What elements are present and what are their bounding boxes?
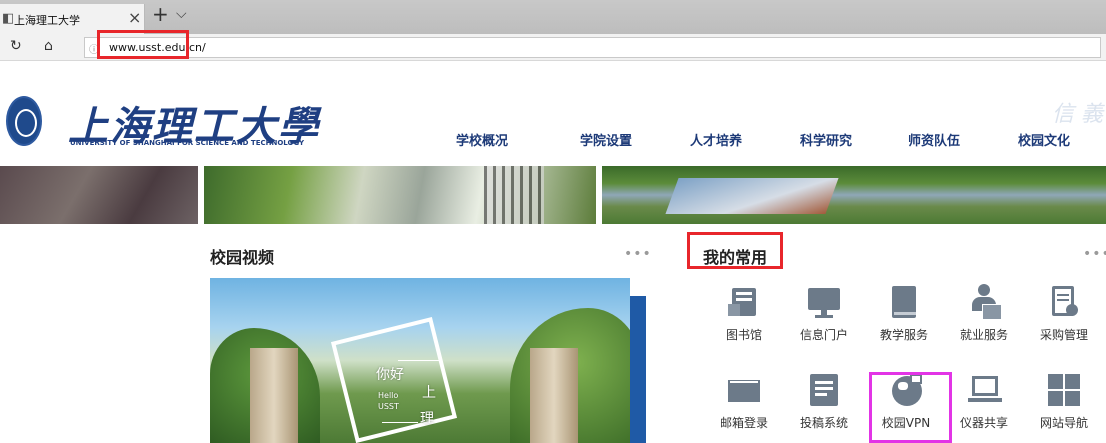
nav-item-education[interactable]: 人才培养 [690,130,742,149]
campus-video-thumbnail[interactable]: 你好 Hello USST 上 理 [210,278,630,443]
quick-link-info-portal[interactable]: 信息门户 [792,284,856,343]
quick-link-library[interactable]: 图书馆 [712,284,776,343]
logo-english[interactable]: UNIVERSITY OF SHANGHAI FOR SCIENCE AND T… [70,139,304,147]
quick-link-label: 投稿系统 [799,416,848,430]
quick-link-label: 教学服务 [879,328,928,342]
quick-link-label: 图书馆 [725,328,762,342]
quick-link-site-navigation[interactable]: 网站导航 [1032,372,1096,431]
person-icon [966,284,1002,320]
quick-link-procurement[interactable]: 采购管理 [1032,284,1096,343]
video-side-bar [630,296,646,443]
nav-item-overview[interactable]: 学校概况 [456,130,508,149]
nav-item-faculty[interactable]: 师资队伍 [908,130,960,149]
document-gear-icon [1046,284,1082,320]
quick-link-label: 网站导航 [1039,416,1088,430]
nav-item-schools[interactable]: 学院设置 [580,130,632,149]
quick-link-employment[interactable]: 就业服务 [952,284,1016,343]
chevron-down-icon[interactable]: ⌵ [176,6,187,22]
vpn-highlight-box [869,372,952,443]
library-icon [726,284,762,320]
quick-link-mail[interactable]: 邮箱登录 [712,372,776,431]
corner-decoration-text: 信 義 [1052,102,1103,127]
book-icon [886,284,922,320]
quick-link-label: 邮箱登录 [719,416,768,430]
grid-icon [1046,372,1082,408]
favorites-highlight-box [687,232,783,269]
video-more-icon[interactable]: ••• [624,246,652,262]
quick-link-label: 仪器共享 [959,416,1008,430]
envelope-icon [726,372,762,408]
video-overlay-text: 理 [420,411,434,427]
video-overlay-text: USST [378,402,399,411]
monitor-icon [806,284,842,320]
banner-image-1[interactable] [0,166,198,224]
university-emblem-icon[interactable] [6,96,42,146]
video-overlay-text: 上 [422,385,436,401]
page-favicon-icon: ◧ [2,11,15,26]
quick-link-instrument-sharing[interactable]: 仪器共享 [952,372,1016,431]
new-tab-icon[interactable]: + [152,2,169,26]
video-overlay-text: 你好 [376,367,404,383]
quick-link-label: 就业服务 [959,328,1008,342]
banner-image-3[interactable] [602,166,1106,224]
form-icon [806,372,842,408]
quick-link-label: 采购管理 [1039,328,1088,342]
laptop-icon [966,372,1002,408]
quick-link-submission[interactable]: 投稿系统 [792,372,856,431]
address-bar[interactable]: ⓘ www.usst.edu.cn/ [84,37,1101,58]
tab-title: 上海理工大学 [14,14,80,27]
nav-item-culture[interactable]: 校园文化 [1018,130,1070,149]
refresh-icon[interactable]: ↻ [10,38,22,54]
quick-link-label: 信息门户 [799,328,848,342]
home-icon[interactable]: ⌂ [44,38,53,54]
nav-item-research[interactable]: 科学研究 [800,130,852,149]
browser-tab-bar: ◧ 上海理工大学 × + ⌵ [0,0,1106,34]
video-overlay-text: Hello [378,391,399,400]
video-section-title: 校园视频 [210,248,275,267]
close-tab-icon[interactable]: × [128,8,141,27]
url-highlight-box [97,30,189,59]
banner-image-2[interactable] [204,166,596,224]
favorites-more-icon[interactable]: ••• [1083,246,1106,262]
quick-link-teaching[interactable]: 教学服务 [872,284,936,343]
